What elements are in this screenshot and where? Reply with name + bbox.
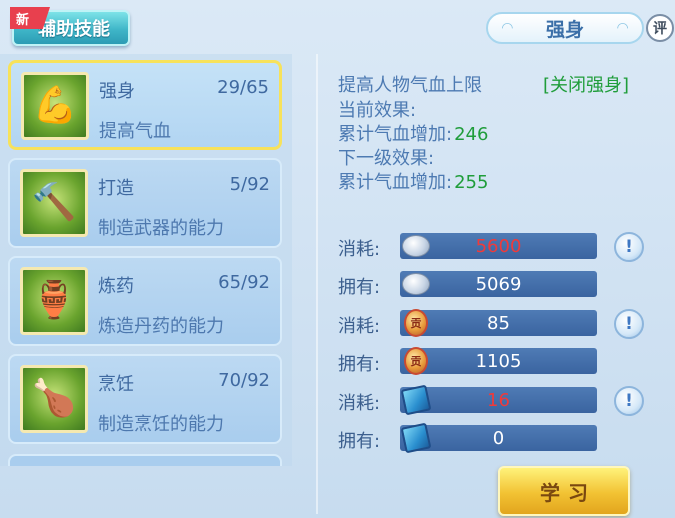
alchemy-pot-icon: 🏺 xyxy=(20,267,88,335)
tab-label: 辅助技能 xyxy=(38,19,110,40)
skillbook-owned-value: 0 xyxy=(492,427,505,449)
skill-level: 70/92 xyxy=(218,370,270,391)
medal-glyph: 贡 xyxy=(404,347,428,375)
next-bonus: 累计气血增加: 255 xyxy=(338,168,488,194)
skill-name: 强身 xyxy=(99,81,135,102)
skillbook-cost-value: 16 xyxy=(487,389,510,411)
skill-item-forging[interactable]: 🔨 打造 5/92 制造武器的能力 xyxy=(8,158,282,248)
skill-desc: 炼造丹药的能力 xyxy=(98,316,224,337)
skill-level: 5/92 xyxy=(229,174,270,195)
skill-book-icon xyxy=(400,384,432,416)
skill-description: 提高人物气血上限 xyxy=(338,71,482,97)
skill-level: 29/65 xyxy=(217,77,269,98)
skill-title-plate: ◠ 强身 ◠ xyxy=(486,12,644,44)
resource-label: 拥有: xyxy=(338,431,381,452)
skill-book-icon xyxy=(400,422,432,454)
current-effect-text: 当前效果: xyxy=(338,100,417,121)
medal-glyph: 贡 xyxy=(404,309,428,337)
panel-divider xyxy=(316,54,318,514)
silver-owned-value: 5069 xyxy=(475,273,522,295)
next-effect-text: 下一级效果: xyxy=(338,148,435,169)
contribution-help-button[interactable]: ! xyxy=(614,309,644,339)
resource-label: 消耗: xyxy=(338,316,381,337)
skill-desc: 提高气血 xyxy=(99,121,171,142)
resource-label: 拥有: xyxy=(338,354,381,375)
current-bonus-label: 累计气血增加: xyxy=(338,124,453,145)
next-bonus-value: 255 xyxy=(454,172,489,193)
hammer-anvil-icon: 🔨 xyxy=(20,169,88,237)
close-skill-link[interactable]: [关闭强身] xyxy=(543,71,629,97)
contribution-medal-icon: 贡 xyxy=(400,346,432,376)
skill-name: 打造 xyxy=(98,178,134,199)
skill-list[interactable]: 💪 强身 29/65 提高气血 🔨 打造 5/92 制造武器的能力 🏺 炼药 6… xyxy=(0,54,292,466)
drumstick-icon: 🍗 xyxy=(20,365,88,433)
help-glyph: ! xyxy=(625,314,633,334)
swirl-right-icon: ◠ xyxy=(617,20,628,36)
skill-item-cooking[interactable]: 🍗 烹饪 70/92 制造烹饪的能力 xyxy=(8,354,282,444)
contribution-cost-value: 85 xyxy=(487,312,510,334)
description-text: 提高人物气血上限 xyxy=(338,75,482,96)
contribution-medal-icon: 贡 xyxy=(400,308,432,338)
skill-item-alchemy[interactable]: 🏺 炼药 65/92 炼造丹药的能力 xyxy=(8,256,282,346)
help-glyph: ! xyxy=(625,391,633,411)
learn-button-label: 学习 xyxy=(540,480,596,505)
silver-cost-value: 5600 xyxy=(475,235,522,257)
skill-desc: 制造烹饪的能力 xyxy=(98,414,224,435)
skill-item-strength[interactable]: 💪 强身 29/65 提高气血 xyxy=(8,60,282,150)
learn-button[interactable]: 学习 xyxy=(498,466,630,516)
next-bonus-label: 累计气血增加: xyxy=(338,172,453,193)
skill-desc: 制造武器的能力 xyxy=(98,218,224,239)
swirl-left-icon: ◠ xyxy=(502,20,513,36)
current-bonus-value: 246 xyxy=(454,124,489,145)
new-badge-text: 新 xyxy=(16,12,30,28)
resource-label: 拥有: xyxy=(338,277,381,298)
silver-coin-icon xyxy=(400,269,432,299)
skillbook-help-button[interactable]: ! xyxy=(614,386,644,416)
current-effect-label: 当前效果: xyxy=(338,96,416,122)
current-bonus: 累计气血增加: 246 xyxy=(338,120,488,146)
resource-label: 消耗: xyxy=(338,393,381,414)
skill-title: 强身 xyxy=(545,18,584,41)
silver-help-button[interactable]: ! xyxy=(614,232,644,262)
resource-label: 消耗: xyxy=(338,239,381,260)
skill-name: 炼药 xyxy=(98,276,134,297)
muscle-man-icon: 💪 xyxy=(21,72,89,140)
skill-level: 65/92 xyxy=(218,272,270,293)
rate-button[interactable]: 评 xyxy=(646,14,674,42)
next-effect-label: 下一级效果: xyxy=(338,144,434,170)
help-glyph: ! xyxy=(625,237,633,257)
skill-item-partial[interactable] xyxy=(8,454,282,466)
contribution-owned-value: 1105 xyxy=(475,350,522,372)
skill-name: 烹饪 xyxy=(98,374,134,395)
silver-coin-icon xyxy=(400,231,432,261)
rate-label: 评 xyxy=(653,21,667,37)
